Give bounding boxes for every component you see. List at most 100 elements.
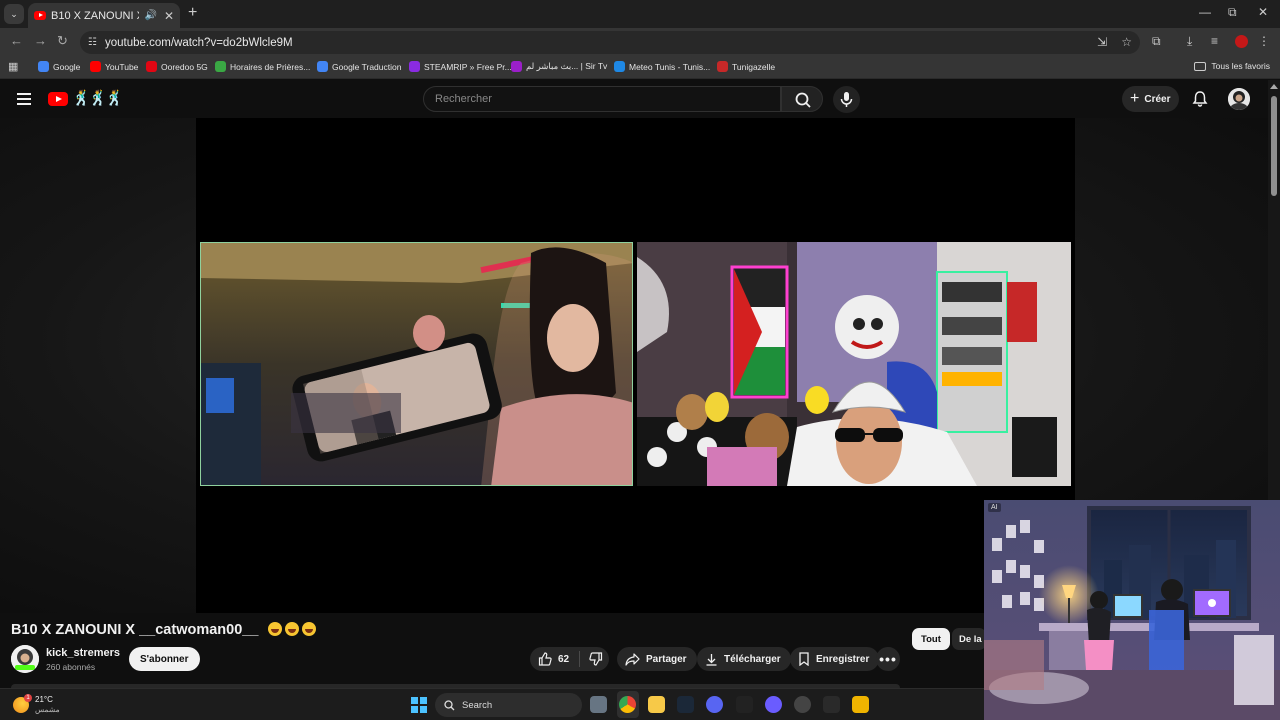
laughing-emoji-icons (268, 622, 317, 636)
minimize-button[interactable]: — (1199, 5, 1211, 19)
bookmark-item[interactable]: Horaires de Prières... (215, 61, 310, 72)
downloads-icon[interactable]: ⤓ (1187, 34, 1192, 49)
bookmark-item[interactable]: Ooredoo 5G (146, 61, 208, 72)
youtube-logo-icon[interactable] (48, 92, 68, 106)
speaker-icon[interactable]: 🔊 (144, 10, 156, 21)
video-title: B10 X ZANOUNI X __catwoman00__ (11, 622, 317, 638)
bookmark-favicon-icon (409, 61, 420, 72)
save-button[interactable]: Enregistrer (790, 647, 880, 671)
windows-taskbar: 21°C مشمس Search (0, 688, 984, 720)
discord-icon[interactable] (706, 696, 723, 713)
reload-icon[interactable]: ↻ (57, 33, 68, 49)
search-input[interactable] (424, 87, 780, 111)
chip-from-channel[interactable]: De la (952, 628, 986, 650)
chrome-icon[interactable] (619, 696, 636, 713)
account-avatar[interactable] (1228, 88, 1250, 110)
apps-grid-icon[interactable]: ▦ (8, 60, 18, 73)
account-icon (1228, 88, 1250, 110)
task-view-icon[interactable] (590, 696, 607, 713)
scrollbar-thumb[interactable] (1271, 96, 1277, 196)
window-close-button[interactable]: ✕ (1258, 5, 1268, 19)
channel-name[interactable]: kick_stremers (46, 647, 120, 659)
faceit-icon[interactable] (736, 696, 753, 713)
network-app-icon[interactable] (794, 696, 811, 713)
extensions-icon[interactable]: ⧉ (1152, 34, 1161, 49)
tab-title: B10 X ZANOUNI X __catwoman00__ 😂😂😂 (51, 10, 139, 22)
browser-tab-active[interactable]: B10 X ZANOUNI X __catwoman00__ 😂😂😂 🔊 ✕ (28, 3, 180, 28)
bookmark-label: Meteo Tunis - Tunis... (629, 61, 711, 72)
ai-badge: AI (988, 503, 1001, 512)
bookmark-label: Ooredoo 5G (161, 61, 208, 72)
more-actions-button[interactable]: ••• (876, 647, 900, 671)
url-text[interactable]: youtube.com/watch?v=do2bWlcle9M (105, 37, 293, 49)
create-button[interactable]: + Créer (1122, 86, 1180, 112)
voice-search-button[interactable] (833, 86, 860, 113)
scroll-up-arrow-icon[interactable] (1270, 84, 1278, 89)
weather-condition: مشمس (35, 705, 60, 714)
youtube-doodle-icon[interactable]: 🕺🕺🕺 (72, 89, 124, 107)
profile-avatar-icon[interactable] (1235, 35, 1248, 48)
bookmark-favicon-icon (317, 61, 328, 72)
bookmark-item[interactable]: STEAMRIP » Free Pr... (409, 61, 512, 72)
back-arrow-icon[interactable]: ← (10, 33, 23, 48)
bookmark-star-icon[interactable]: ☆ (1121, 35, 1132, 49)
share-arrow-icon (625, 652, 640, 666)
plus-icon: + (1130, 90, 1140, 107)
bell-icon (1192, 91, 1208, 107)
forward-arrow-icon[interactable]: → (34, 33, 47, 48)
thumbs-up-icon (538, 652, 552, 666)
bookmark-item[interactable]: Tunigazelle (717, 61, 775, 72)
download-button[interactable]: Télécharger (697, 647, 791, 671)
subscriber-count: 260 abonnés (46, 662, 96, 672)
bookmark-favicon-icon (215, 61, 226, 72)
channel-avatar[interactable] (11, 645, 39, 673)
bookmark-favicon-icon (717, 61, 728, 72)
wallpaper-overlay-widget: AI (984, 500, 1280, 720)
guide-menu-icon[interactable] (17, 93, 31, 105)
download-label: Télécharger (724, 653, 781, 665)
bookmark-item[interactable]: Google Traduction (317, 61, 401, 72)
app-circle-icon[interactable] (765, 696, 782, 713)
like-dislike-group: 62 (530, 647, 609, 671)
left-webcam-feed (200, 242, 633, 486)
bookmark-item[interactable]: YouTube (90, 61, 138, 72)
address-bar[interactable]: ☷ youtube.com/watch?v=do2bWlcle9M ⇲ ☆ (80, 31, 1140, 54)
search-box (423, 86, 781, 112)
new-tab-button[interactable]: + (188, 4, 197, 22)
like-button[interactable]: 62 (530, 651, 581, 667)
like-count: 62 (558, 653, 570, 665)
media-control-icon[interactable]: ≡ (1211, 34, 1218, 48)
bookmark-item[interactable]: Meteo Tunis - Tunis... (614, 61, 710, 72)
rockstar-launcher-icon[interactable] (852, 696, 869, 713)
notifications-button[interactable] (1190, 89, 1210, 109)
browser-tab-strip: ⌄ B10 X ZANOUNI X __catwoman00__ 😂😂😂 🔊 ✕… (0, 0, 1280, 28)
epic-games-icon[interactable] (823, 696, 840, 713)
bookmark-label: Horaires de Prières... (230, 61, 311, 72)
bookmark-item[interactable]: بث مباشر لم... | Sir Tv (511, 61, 607, 72)
bookmark-item[interactable]: Google (38, 61, 80, 72)
taskbar-search[interactable]: Search (435, 693, 582, 717)
share-button[interactable]: Partager (617, 647, 697, 671)
create-label: Créer (1144, 93, 1171, 105)
all-bookmarks-folder[interactable]: Tous les favoris (1194, 61, 1270, 71)
tab-search-icon[interactable]: ⌄ (4, 4, 24, 24)
video-title-text: B10 X ZANOUNI X __catwoman00__ (11, 622, 259, 638)
weather-widget[interactable]: 21°C مشمس (13, 694, 60, 715)
restore-button[interactable]: ⧉ (1228, 5, 1237, 20)
bookmark-label: Google (53, 61, 81, 72)
bookmark-favicon-icon (146, 61, 157, 72)
left-stream-frame-image (201, 243, 632, 485)
site-info-icon[interactable]: ☷ (88, 37, 97, 48)
dislike-button[interactable] (580, 652, 603, 666)
tab-close-button[interactable]: ✕ (164, 9, 174, 23)
windows-start-icon[interactable] (411, 697, 427, 713)
channel-logo-icon (11, 645, 39, 673)
search-button[interactable] (781, 86, 823, 112)
file-explorer-icon[interactable] (648, 696, 665, 713)
steam-icon[interactable] (677, 696, 694, 713)
subscribe-button[interactable]: S'abonner (129, 647, 200, 671)
browser-menu-icon[interactable]: ⋮ (1258, 34, 1270, 48)
bookmark-favicon-icon (38, 61, 49, 72)
install-app-icon[interactable]: ⇲ (1097, 35, 1107, 49)
chip-all[interactable]: Tout (912, 628, 950, 650)
